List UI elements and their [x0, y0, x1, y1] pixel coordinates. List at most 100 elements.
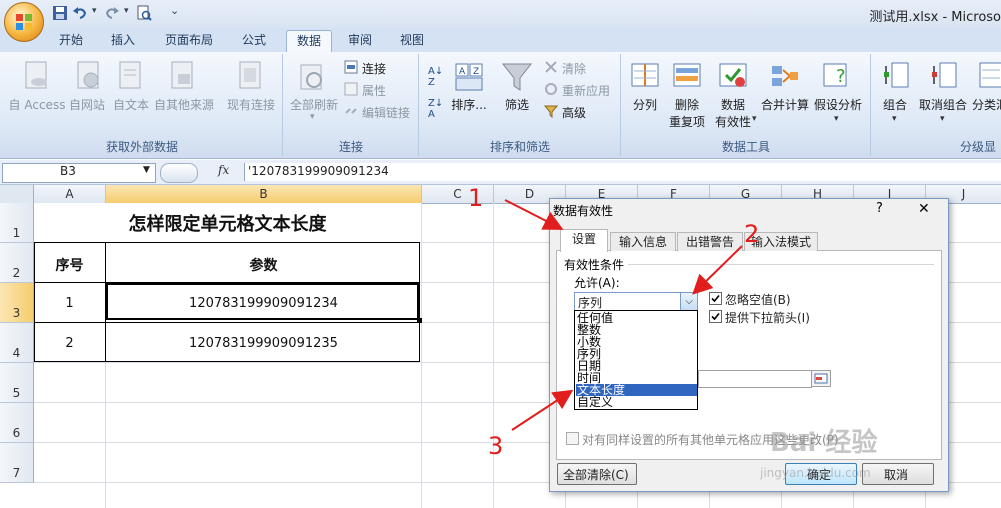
row-header-3[interactable]: 3: [0, 283, 34, 323]
what-if-analysis-button[interactable]: 假设分析: [812, 96, 864, 113]
customize-qat-icon[interactable]: ⌄: [170, 4, 179, 17]
tab-insert[interactable]: 插入: [102, 30, 144, 52]
tab-home[interactable]: 开始: [50, 30, 92, 52]
from-text-button[interactable]: 自文本: [110, 96, 152, 113]
save-icon[interactable]: [52, 5, 68, 21]
watermark-logo: Bai 经验: [770, 428, 878, 458]
ungroup-button[interactable]: 取消组合: [918, 96, 968, 113]
row-header-2[interactable]: 2: [0, 243, 34, 283]
row-header-6[interactable]: 6: [0, 403, 34, 443]
from-web-button[interactable]: 自网站: [66, 96, 108, 113]
cell-a4[interactable]: 2: [34, 336, 105, 351]
source-input[interactable]: [698, 370, 812, 388]
cell-a3[interactable]: 1: [34, 296, 105, 311]
header-index[interactable]: 序号: [34, 255, 105, 275]
ribbon-tab-row: [0, 28, 1001, 52]
redo-dropdown-icon[interactable]: ▾: [124, 6, 129, 16]
print-preview-icon[interactable]: [136, 5, 152, 21]
reapply-button[interactable]: 重新应用: [562, 82, 610, 99]
formula-bar-splitter[interactable]: [160, 163, 198, 183]
tab-error-alert[interactable]: 出错警告: [677, 232, 743, 251]
formula-content: '120783199909091234: [248, 164, 389, 178]
data-validation-icon: [719, 63, 747, 87]
undo-icon[interactable]: [72, 5, 88, 21]
cell-b4[interactable]: 120783199909091235: [106, 336, 421, 351]
in-cell-dropdown-checkbox[interactable]: [709, 310, 722, 323]
ungroup-dropdown-icon[interactable]: ▾: [940, 114, 945, 124]
redo-icon[interactable]: [104, 5, 120, 21]
sort-az-icon[interactable]: A↓ Z: [428, 66, 443, 88]
office-button[interactable]: [4, 2, 44, 42]
other-sources-icon: [171, 61, 193, 89]
refresh-all-icon: [300, 64, 322, 90]
remove-duplicates-button-line2[interactable]: 重复项: [666, 113, 708, 130]
connections-icon: [344, 60, 358, 74]
data-validation-button-line2[interactable]: 有效性: [710, 113, 756, 130]
tab-page-layout[interactable]: 页面布局: [156, 30, 222, 52]
ignore-blank-checkbox[interactable]: [709, 292, 722, 305]
refresh-all-button[interactable]: 全部刷新: [286, 96, 342, 113]
apply-all-checkbox[interactable]: [566, 432, 579, 445]
range-select-icon[interactable]: [811, 370, 831, 387]
close-icon[interactable]: ✕: [918, 201, 930, 217]
tab-view[interactable]: 视图: [390, 30, 434, 52]
option-custom[interactable]: 自定义: [576, 396, 697, 408]
cell-b3: 120783199909091234: [189, 296, 338, 311]
tab-input-message[interactable]: 输入信息: [610, 232, 676, 251]
name-box[interactable]: [2, 163, 156, 183]
column-header-b[interactable]: B: [106, 185, 422, 204]
gridline: [493, 203, 494, 508]
text-to-columns-button[interactable]: 分列: [628, 96, 662, 113]
clear-button[interactable]: 清除: [562, 60, 586, 77]
advanced-filter-button[interactable]: 高级: [562, 104, 586, 121]
annotation-1: 1: [468, 184, 484, 212]
undo-dropdown-icon[interactable]: ▾: [92, 6, 97, 16]
checkmark-icon: [711, 312, 720, 321]
properties-button[interactable]: 属性: [362, 82, 386, 99]
svg-text:A: A: [459, 67, 466, 77]
from-other-sources-button[interactable]: 自其他来源: [152, 96, 216, 113]
table-divider: [34, 322, 420, 323]
filter-button[interactable]: 筛选: [498, 96, 536, 113]
allow-dropdown-icon[interactable]: ⌵: [680, 293, 697, 310]
name-box-dropdown-icon[interactable]: ▼: [143, 165, 150, 175]
consolidate-button[interactable]: 合并计算: [760, 96, 810, 113]
insert-function-icon[interactable]: fx: [218, 163, 229, 177]
existing-connections-button[interactable]: 现有连接: [224, 96, 278, 113]
row-header-5[interactable]: 5: [0, 363, 34, 403]
text-to-columns-icon: [631, 63, 659, 87]
connections-button[interactable]: 连接: [362, 60, 386, 77]
sort-za-icon[interactable]: Z↓ A: [428, 98, 443, 120]
data-validation-dropdown-icon[interactable]: ▾: [752, 114, 757, 124]
edit-links-button[interactable]: 编辑链接: [362, 104, 410, 121]
what-if-dropdown-icon[interactable]: ▾: [834, 114, 839, 124]
column-header-a[interactable]: A: [34, 185, 106, 204]
select-all-corner[interactable]: [0, 185, 34, 204]
group-button[interactable]: 组合: [878, 96, 912, 113]
subtotal-button[interactable]: 分类汇: [972, 96, 1001, 113]
cancel-label: 取消: [884, 468, 909, 482]
edit-links-icon: [345, 108, 357, 114]
reapply-icon: [545, 83, 557, 95]
sort-button[interactable]: 排序...: [450, 96, 488, 113]
header-param[interactable]: 参数: [106, 255, 421, 275]
data-validation-button-line1[interactable]: 数据: [716, 96, 750, 113]
ungroup-icon: [932, 62, 957, 88]
remove-duplicates-button-line1[interactable]: 删除: [670, 96, 704, 113]
refresh-dropdown-icon[interactable]: ▾: [310, 112, 315, 122]
group-dropdown-icon[interactable]: ▾: [892, 114, 897, 124]
remove-duplicates-icon: [673, 63, 701, 87]
group-label-connections: 连接: [338, 140, 363, 154]
existing-connections-icon: [239, 61, 261, 89]
row-header-1[interactable]: 1: [0, 203, 34, 243]
row-header-7[interactable]: 7: [0, 443, 34, 483]
help-icon[interactable]: ?: [876, 201, 883, 216]
tab-formulas[interactable]: 公式: [232, 30, 276, 52]
tab-review[interactable]: 审阅: [338, 30, 382, 52]
fill-handle[interactable]: [417, 318, 422, 323]
from-access-button[interactable]: 自 Access: [8, 96, 66, 113]
row-header-4[interactable]: 4: [0, 323, 34, 363]
checkmark-icon: [711, 294, 720, 303]
tab-data[interactable]: 数据: [286, 30, 332, 53]
tab-settings[interactable]: 设置: [560, 229, 608, 252]
